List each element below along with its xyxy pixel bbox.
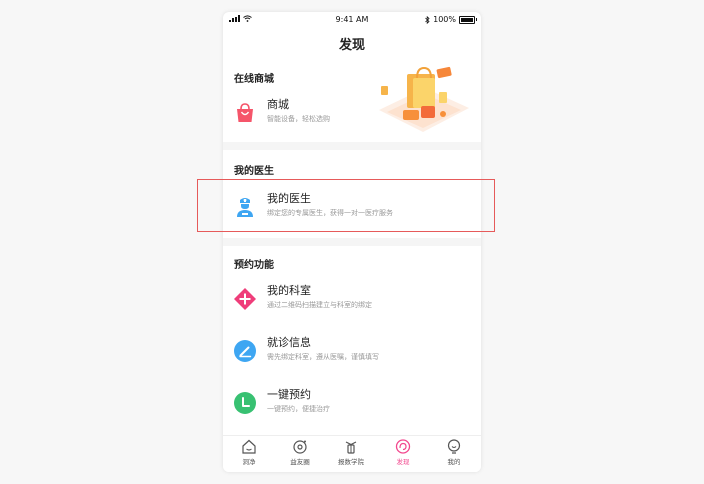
item-title: 一键预约 <box>267 388 311 401</box>
home-icon <box>242 439 256 454</box>
list-item-visit-info[interactable]: 就诊信息 需先绑定科室，遵从医嘱，谨慎填写 <box>223 334 481 374</box>
item-description: 通过二维码扫描建立与科室的绑定 <box>267 301 372 309</box>
tab-bar: 洞净 益友圈 报数学院 发现 我的 <box>223 435 481 472</box>
tab-label: 益友圈 <box>290 458 310 466</box>
clock-icon <box>234 392 256 414</box>
page-title: 发现 <box>338 38 365 53</box>
item-title: 商城 <box>267 98 289 111</box>
list-item-one-click-booking[interactable]: 一键预约 一键预约，便捷治疗 <box>223 386 481 426</box>
tab-label: 发现 <box>396 458 410 466</box>
mall-illustration <box>379 66 469 132</box>
section-online-mall: 在线商城 商城 智能设备，轻松选购 <box>223 62 481 142</box>
tab-discover[interactable]: 发现 <box>383 439 423 466</box>
section-title: 在线商城 <box>234 74 274 85</box>
section-title: 我的医生 <box>234 166 274 177</box>
tab-label: 报数学院 <box>338 458 364 466</box>
battery-icon <box>459 15 477 24</box>
tab-friends-circle[interactable]: 益友圈 <box>280 439 320 466</box>
highlight-box <box>197 179 495 232</box>
section-divider <box>223 142 481 150</box>
pencil-icon <box>234 340 256 362</box>
section-booking: 预约功能 我的科室 通过二维码扫描建立与科室的绑定 就诊信息 需先绑定科室，遵从… <box>223 246 481 436</box>
circle-icon <box>293 440 307 454</box>
bluetooth-icon <box>425 15 430 24</box>
tab-profile[interactable]: 我的 <box>434 439 474 466</box>
tab-label: 洞净 <box>242 458 256 466</box>
tab-home[interactable]: 洞净 <box>229 439 269 466</box>
battery-percent: 100% <box>433 15 456 24</box>
item-description: 智能设备，轻松选购 <box>267 115 330 123</box>
tab-academy[interactable]: 报数学院 <box>331 439 371 466</box>
academy-icon <box>345 441 357 454</box>
item-description: 一键预约，便捷治疗 <box>267 405 330 413</box>
shopping-bag-icon <box>237 103 253 122</box>
item-title: 我的科室 <box>267 284 311 297</box>
profile-icon <box>447 439 461 454</box>
tab-label: 我的 <box>447 458 461 466</box>
status-bar: 9:41 AM 100% <box>223 12 481 28</box>
section-title: 预约功能 <box>234 260 274 271</box>
discover-icon <box>395 439 411 454</box>
status-right: 100% <box>425 15 477 24</box>
item-title: 就诊信息 <box>267 336 311 349</box>
plus-diamond-icon <box>234 288 256 310</box>
phone-screen: 9:41 AM 100% 发现 在线商城 商城 智能设备，轻松选购 我的医生 我… <box>223 12 481 472</box>
section-divider <box>223 238 481 246</box>
item-description: 需先绑定科室，遵从医嘱，谨慎填写 <box>267 353 379 361</box>
list-item-my-department[interactable]: 我的科室 通过二维码扫描建立与科室的绑定 <box>223 282 481 322</box>
